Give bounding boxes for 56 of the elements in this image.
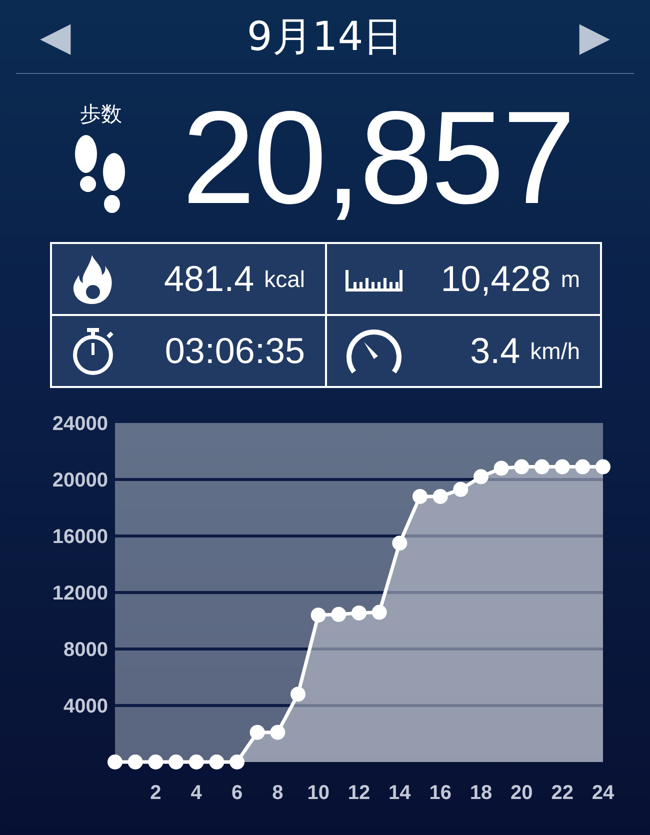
data-point — [453, 482, 468, 497]
stat-unit: m — [560, 266, 580, 292]
data-point — [534, 459, 550, 474]
data-point — [148, 754, 164, 770]
date-title: 9月14日 — [246, 13, 404, 62]
x-tick-label: 6 — [231, 782, 243, 804]
x-tick-label: 2 — [150, 782, 162, 804]
x-tick-label: 4 — [190, 782, 202, 804]
data-point — [188, 754, 204, 770]
y-tick-label: 20000 — [52, 470, 108, 492]
y-tick-label: 16000 — [52, 526, 108, 548]
x-tick-label: 12 — [348, 782, 370, 804]
data-point — [168, 754, 184, 770]
data-point — [310, 608, 326, 623]
stat-value: 481.4 — [164, 258, 254, 300]
y-tick-label: 24000 — [52, 413, 108, 435]
data-point — [230, 754, 244, 770]
data-point — [575, 459, 590, 474]
data-point — [474, 469, 488, 484]
data-point — [372, 604, 387, 620]
next-day-button[interactable]: ▶ — [579, 16, 610, 56]
data-point — [514, 459, 530, 474]
x-tick-label: 22 — [551, 782, 574, 804]
stat-value: 10,428 — [440, 258, 551, 300]
data-point — [432, 488, 448, 504]
stat-value: 03:06:35 — [164, 330, 305, 372]
x-tick-label: 18 — [470, 782, 492, 804]
data-point — [250, 724, 265, 740]
stat-value: 3.4 — [470, 330, 520, 372]
data-point — [596, 459, 610, 474]
x-tick-label: 24 — [592, 782, 614, 804]
previous-day-button[interactable]: ◀ — [40, 16, 71, 56]
data-point — [331, 606, 346, 622]
steps-label: 歩数 — [80, 101, 122, 128]
x-tick-label: 10 — [307, 782, 330, 804]
data-point — [352, 605, 366, 620]
y-tick-label: 8000 — [64, 639, 108, 661]
data-point — [554, 459, 570, 474]
speedometer-icon — [345, 328, 403, 374]
data-point — [128, 754, 143, 770]
x-tick-label: 16 — [429, 782, 452, 804]
data-point — [270, 724, 286, 740]
data-point — [412, 488, 428, 504]
data-point — [108, 754, 122, 770]
stat-unit: kcal — [264, 266, 305, 292]
x-tick-label: 20 — [510, 782, 533, 804]
x-tick-label: 8 — [272, 782, 284, 804]
step-count: 20,857 — [182, 92, 574, 224]
data-point — [209, 754, 224, 770]
y-tick-label: 4000 — [64, 696, 108, 718]
x-tick-label: 14 — [388, 782, 411, 804]
data-point — [494, 460, 509, 476]
y-tick-label: 12000 — [52, 582, 108, 604]
data-point — [290, 686, 306, 702]
stat-unit: km/h — [530, 338, 580, 364]
data-point — [392, 536, 408, 551]
